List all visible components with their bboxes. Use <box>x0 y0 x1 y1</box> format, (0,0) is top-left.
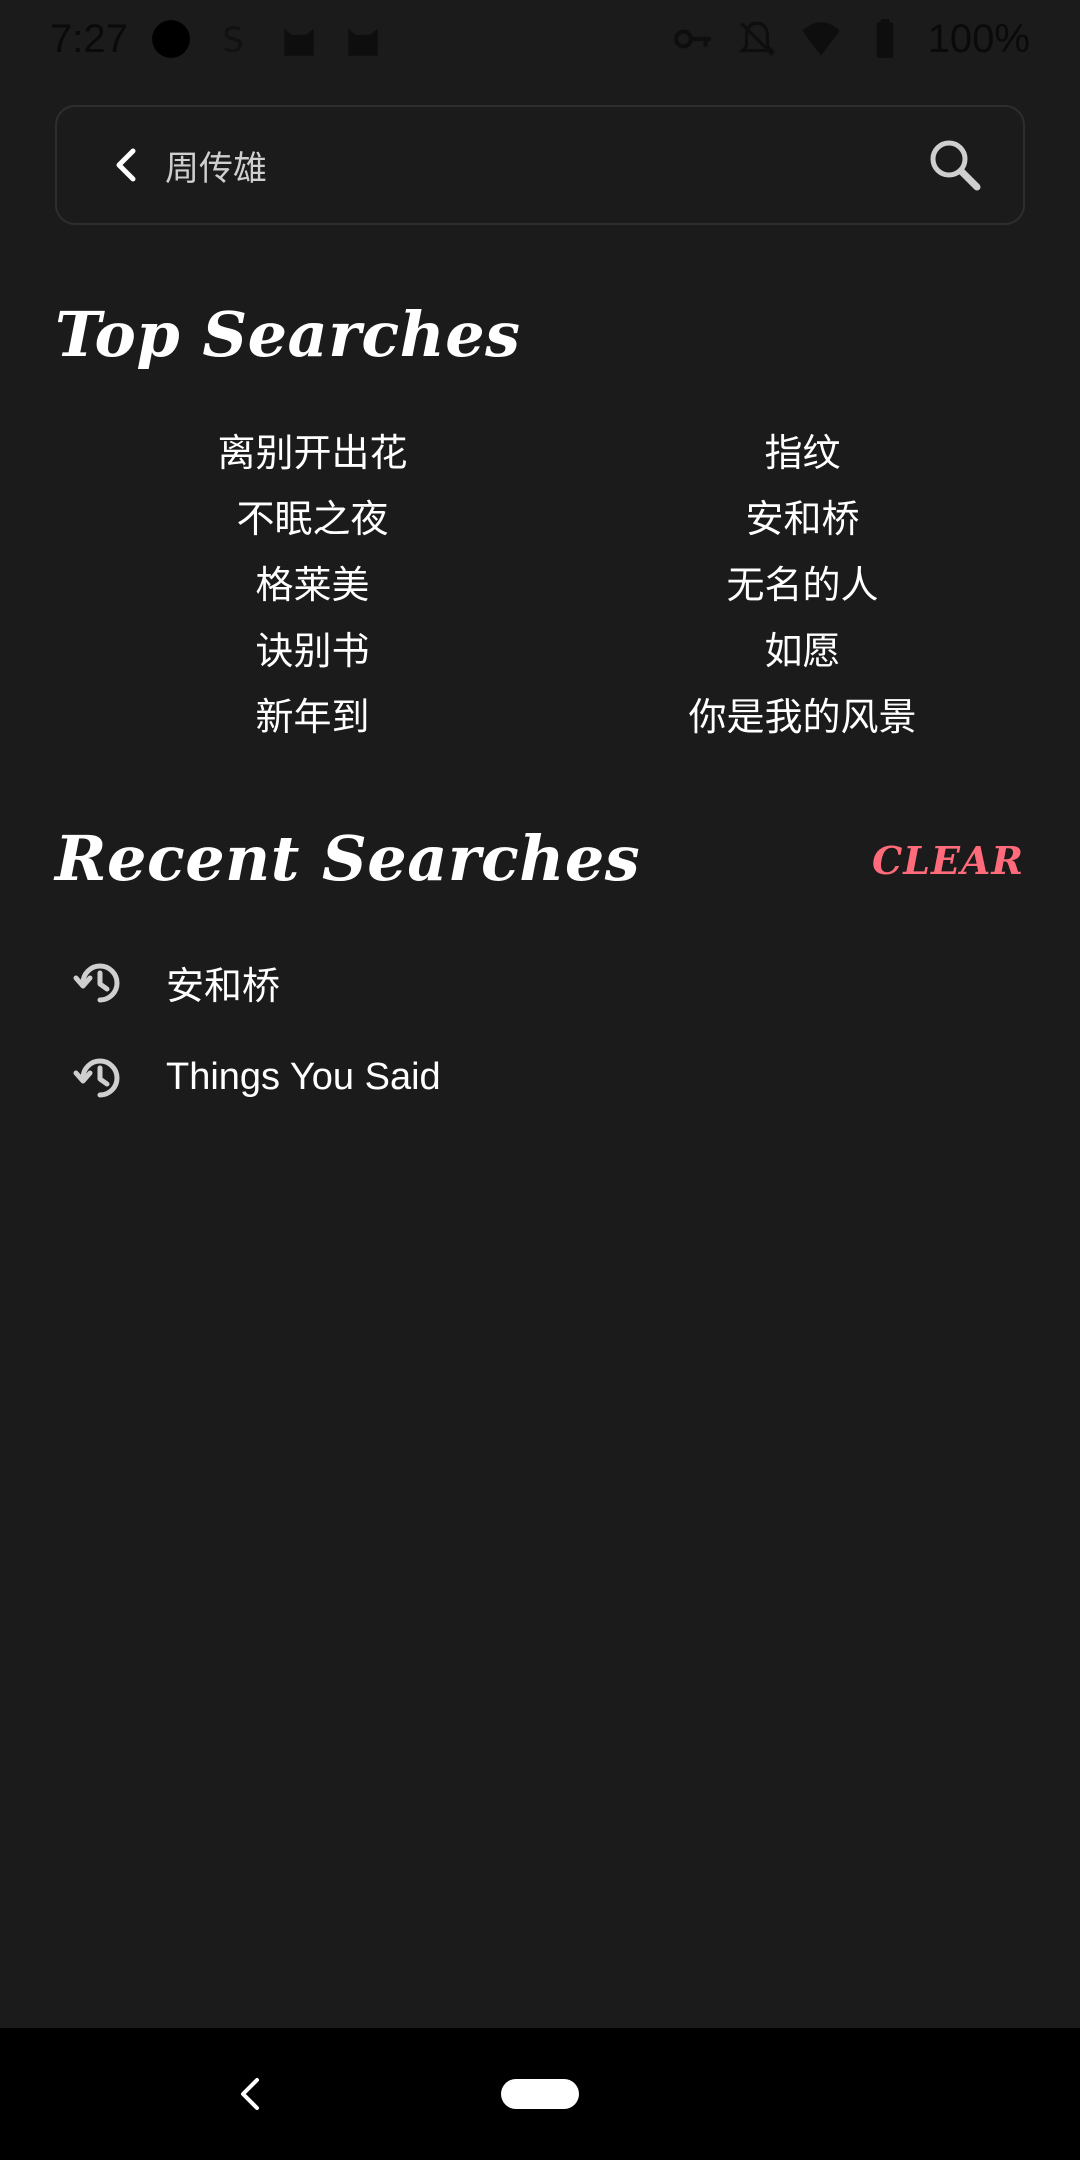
cat-icon-2 <box>348 28 378 56</box>
history-icon <box>72 1050 128 1106</box>
top-search-item[interactable]: 格莱美 <box>255 552 369 618</box>
svg-text:S: S <box>222 21 243 60</box>
vpn-key-icon <box>673 29 711 49</box>
top-searches-left-column: 离别开出花 不眠之夜 格莱美 诀别书 新年到 <box>70 420 540 750</box>
recent-searches-title: Recent Searches <box>55 822 641 895</box>
top-searches-grid: 离别开出花 不眠之夜 格莱美 诀别书 新年到 指纹 安和桥 无名的人 如愿 你是… <box>0 420 1080 750</box>
top-search-item[interactable]: 不眠之夜 <box>236 486 388 552</box>
search-input[interactable] <box>157 107 915 223</box>
top-search-item[interactable]: 如愿 <box>764 618 840 684</box>
recent-searches-list: 安和桥 Things You Said <box>0 935 1080 1125</box>
top-search-item[interactable]: 诀别书 <box>255 618 369 684</box>
nav-home-pill[interactable] <box>501 2079 579 2109</box>
wifi-icon <box>801 22 840 56</box>
nav-back-icon <box>241 2078 259 2110</box>
top-search-item[interactable]: 离别开出花 <box>217 420 407 486</box>
top-searches-title: Top Searches <box>55 298 521 371</box>
recent-search-item[interactable]: 安和桥 <box>0 935 1080 1030</box>
top-search-item[interactable]: 指纹 <box>764 420 840 486</box>
status-right: 100% <box>672 17 1030 62</box>
top-searches-right-column: 指纹 安和桥 无名的人 如愿 你是我的风景 <box>540 420 1010 750</box>
search-bar <box>55 105 1025 225</box>
top-search-item[interactable]: 新年到 <box>255 684 369 750</box>
nav-back-button[interactable] <box>220 2064 280 2124</box>
status-bar: 7:27 S 100% <box>0 0 1080 78</box>
cat-icon <box>284 28 314 56</box>
recent-search-label: Things You Said <box>166 1056 441 1098</box>
chevron-left-icon <box>116 148 136 182</box>
status-time: 7:27 <box>50 16 128 61</box>
app-notification-icon: S <box>222 21 243 60</box>
recent-search-label: 安和桥 <box>166 966 281 1008</box>
search-icon <box>930 140 981 191</box>
record-icon <box>151 20 190 58</box>
top-search-item[interactable]: 无名的人 <box>726 552 878 618</box>
search-button[interactable] <box>915 125 995 205</box>
battery-percentage: 100% <box>927 16 1030 61</box>
battery-icon <box>876 19 894 58</box>
navigation-bar <box>0 2028 1080 2160</box>
top-search-item[interactable]: 安和桥 <box>745 486 859 552</box>
clear-button[interactable]: CLEAR <box>872 838 1024 883</box>
history-icon <box>72 955 128 1011</box>
back-button[interactable] <box>97 135 157 195</box>
recent-search-item[interactable]: Things You Said <box>0 1030 1080 1125</box>
top-search-item[interactable]: 你是我的风景 <box>688 684 916 750</box>
notifications-off-icon <box>738 21 776 56</box>
status-left: 7:27 S <box>50 17 384 62</box>
